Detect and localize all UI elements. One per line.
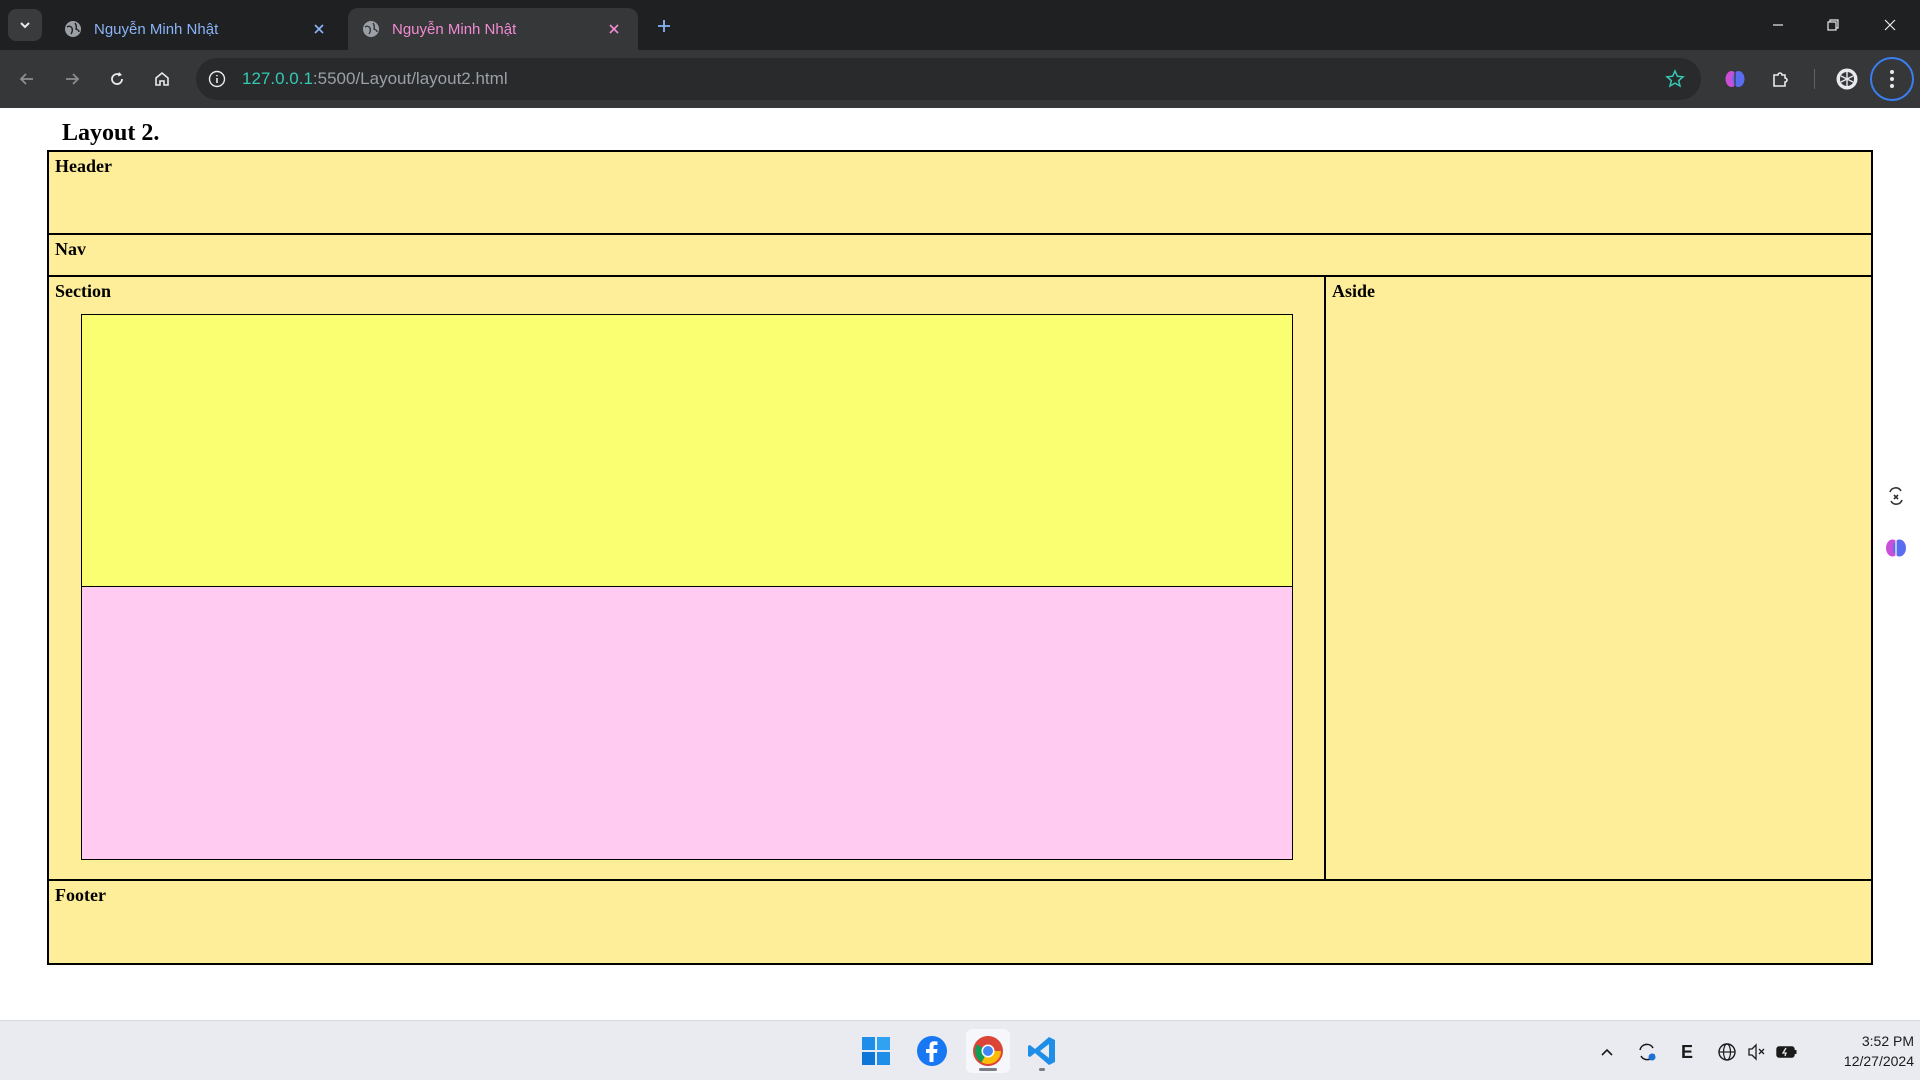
clock-date: 12/27/2024 — [1843, 1053, 1914, 1069]
minimize-icon — [1773, 24, 1783, 26]
running-indicator — [979, 1068, 997, 1071]
chevron-down-icon — [20, 22, 30, 29]
start-button[interactable] — [854, 1029, 898, 1073]
close-tab-button[interactable] — [604, 19, 624, 39]
facebook-icon — [917, 1036, 947, 1066]
forward-button[interactable] — [57, 64, 87, 94]
aside-label: Aside — [1332, 281, 1376, 301]
site-info-icon[interactable] — [206, 68, 228, 90]
bookmark-star-button[interactable] — [1663, 67, 1687, 91]
url-host: 127.0.0.1 — [242, 69, 313, 88]
arrow-right-icon — [66, 73, 80, 85]
profile-button[interactable] — [1831, 63, 1863, 95]
windows-logo-icon — [862, 1037, 890, 1065]
running-indicator — [1039, 1068, 1045, 1071]
puzzle-icon — [1773, 72, 1788, 87]
translate-side-button[interactable] — [1880, 480, 1912, 512]
extensions-button[interactable] — [1765, 63, 1797, 95]
star-icon — [1665, 69, 1685, 88]
home-button[interactable] — [147, 64, 177, 94]
close-icon — [1884, 19, 1896, 31]
url-text[interactable]: 127.0.0.1:5500/Layout/layout2.html — [242, 69, 508, 89]
close-icon — [314, 24, 324, 34]
brain-side-button[interactable] — [1880, 532, 1912, 564]
header-block: Header — [47, 150, 1873, 235]
tab-title: Nguyễn Minh Nhật — [392, 20, 517, 38]
battery-tray-icon[interactable] — [1774, 1039, 1800, 1065]
network-tray-icon[interactable] — [1714, 1039, 1740, 1065]
input-language-indicator[interactable]: E — [1674, 1039, 1700, 1065]
web-page: Layout 2. Header Nav Section Aside Foote… — [0, 108, 1920, 1020]
back-button[interactable] — [12, 64, 42, 94]
minimize-button[interactable] — [1758, 10, 1798, 40]
profile-avatar-icon — [1836, 68, 1858, 90]
aside-block: Aside — [1324, 275, 1873, 881]
close-tab-button[interactable] — [309, 19, 329, 39]
nav-block: Nav — [47, 233, 1873, 277]
plus-icon — [658, 20, 670, 32]
globe-icon — [363, 21, 379, 37]
battery-charging-icon — [1776, 1046, 1797, 1058]
browser-toolbar: 127.0.0.1:5500/Layout/layout2.html — [0, 50, 1920, 108]
vscode-icon — [1028, 1037, 1055, 1065]
clock-time: 3:52 PM — [1861, 1033, 1914, 1049]
globe-icon — [65, 21, 81, 37]
section-block: Section — [47, 275, 1326, 881]
globe-icon — [1718, 1043, 1736, 1061]
volume-muted-icon — [1748, 1043, 1765, 1061]
restore-icon — [1827, 19, 1839, 31]
volume-tray-icon[interactable] — [1744, 1039, 1770, 1065]
arrow-left-icon — [19, 73, 33, 85]
tab-search-button[interactable] — [8, 9, 42, 41]
home-icon — [155, 71, 169, 86]
footer-label: Footer — [55, 885, 106, 905]
footer-block: Footer — [47, 879, 1873, 965]
restore-button[interactable] — [1813, 10, 1853, 40]
toolbar-divider — [1814, 69, 1815, 89]
section-inner-bottom-box — [81, 586, 1293, 860]
close-icon — [609, 24, 619, 34]
chrome-icon — [973, 1036, 1003, 1066]
sync-tray-icon[interactable] — [1634, 1039, 1660, 1065]
new-tab-button[interactable] — [652, 14, 676, 38]
brain-icon — [1725, 71, 1745, 87]
close-window-button[interactable] — [1870, 10, 1910, 40]
browser-tab-bar: Nguyễn Minh Nhật Nguyễn Minh Nhật — [0, 0, 1920, 50]
windows-taskbar: E 3:52 PM 12/27/2024 — [0, 1020, 1920, 1080]
url-path: :5500/Layout/layout2.html — [312, 69, 508, 88]
show-hidden-icons-button[interactable] — [1594, 1039, 1620, 1065]
translate-icon — [1889, 487, 1903, 505]
taskbar-facebook[interactable] — [910, 1029, 954, 1073]
extension-brain-button[interactable] — [1719, 63, 1751, 95]
taskbar-vscode[interactable] — [1020, 1029, 1064, 1073]
browser-menu-button[interactable] — [1870, 57, 1914, 101]
reload-button[interactable] — [102, 64, 132, 94]
taskbar-chrome[interactable] — [966, 1029, 1010, 1073]
address-bar[interactable]: 127.0.0.1:5500/Layout/layout2.html — [196, 58, 1701, 100]
page-title: Layout 2. — [62, 120, 160, 146]
tab-active[interactable]: Nguyễn Minh Nhật — [348, 8, 638, 50]
tab-inactive[interactable]: Nguyễn Minh Nhật — [50, 8, 343, 50]
nav-label: Nav — [55, 239, 86, 259]
reload-icon — [111, 72, 123, 85]
header-label: Header — [55, 156, 112, 176]
chevron-up-icon — [1601, 1048, 1613, 1056]
section-label: Section — [55, 281, 111, 301]
tab-title: Nguyễn Minh Nhật — [94, 20, 219, 38]
system-clock[interactable]: 3:52 PM 12/27/2024 — [1804, 1031, 1914, 1071]
brain-icon — [1886, 539, 1906, 557]
sync-icon — [1639, 1043, 1656, 1061]
section-inner-top-box — [81, 314, 1293, 588]
more-vertical-icon — [1890, 70, 1894, 88]
